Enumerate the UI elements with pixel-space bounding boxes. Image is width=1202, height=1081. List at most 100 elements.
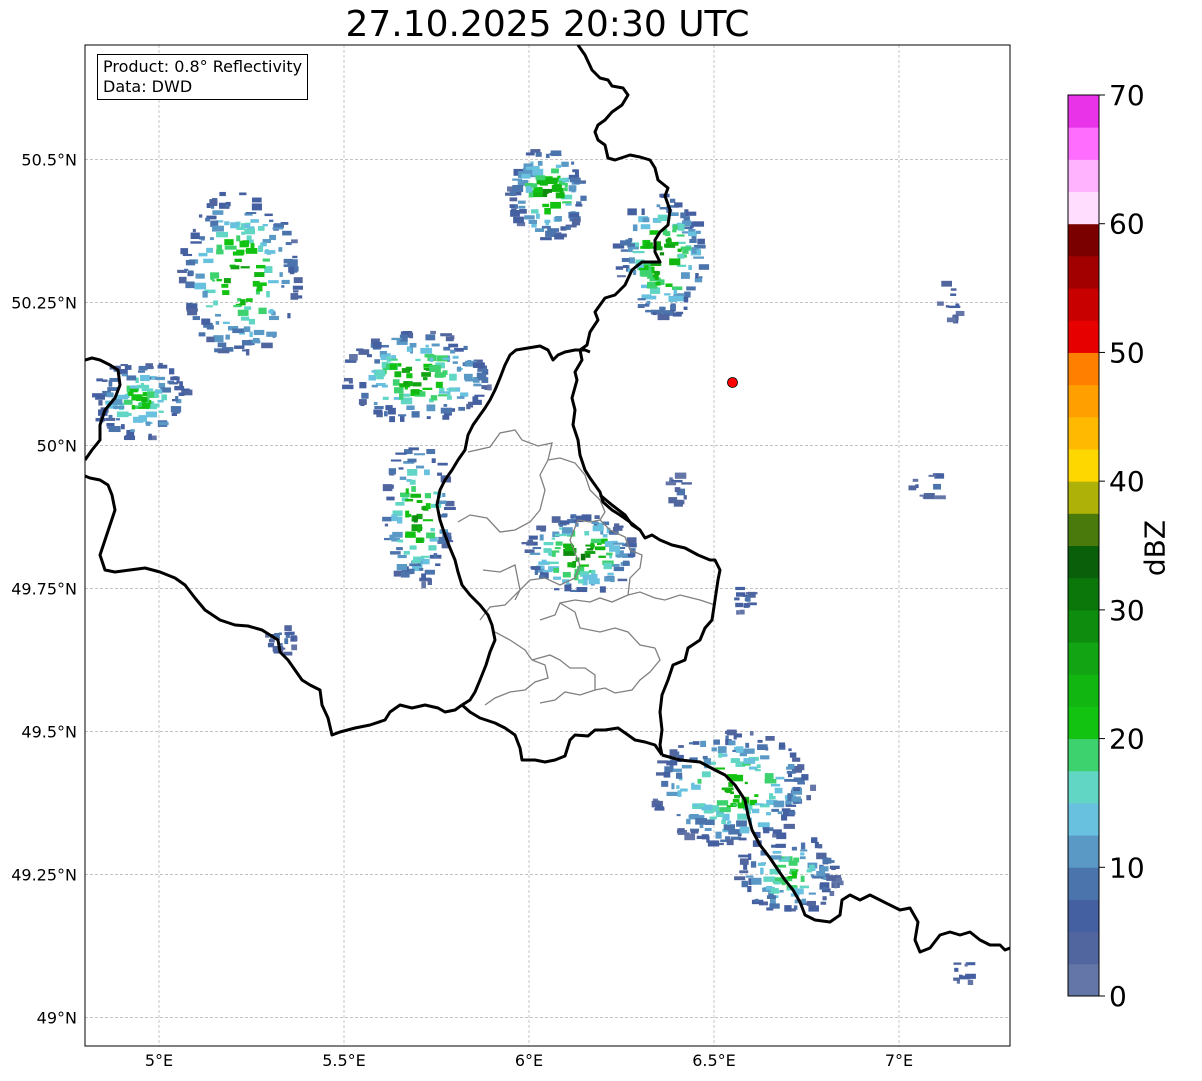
echo-cell — [691, 782, 695, 788]
echo-cell — [445, 500, 455, 507]
lon-tick-label: 7°E — [885, 1051, 913, 1070]
echo-cell — [371, 370, 376, 373]
echo-cell — [415, 465, 425, 469]
echo-cell — [145, 411, 158, 418]
echo-cell — [964, 963, 968, 967]
echo-cell — [550, 201, 561, 209]
colorbar-segment — [1068, 802, 1099, 836]
echo-cell — [568, 185, 577, 192]
echo-cell — [822, 886, 827, 891]
echo-cell — [396, 547, 403, 551]
echo-cell — [800, 875, 805, 882]
product-info-box: Product: 0.8° Reflectivity Data: DWD — [97, 54, 309, 100]
echo-cell — [642, 217, 650, 223]
echo-cell — [775, 776, 785, 780]
echo-cell — [820, 866, 829, 872]
echo-cell — [422, 387, 433, 390]
echo-cell — [430, 330, 436, 335]
echo-cell — [702, 755, 708, 760]
colorbar-segment — [1068, 191, 1099, 225]
echo-cell — [730, 758, 740, 763]
echo-cell — [287, 313, 291, 319]
echo-cell — [792, 757, 801, 762]
echo-cell — [716, 800, 729, 806]
echo-cell — [735, 602, 744, 608]
echo-cell — [373, 409, 383, 415]
reflectivity-echoes — [92, 149, 976, 986]
echo-cell — [750, 861, 757, 868]
echo-cell — [391, 355, 397, 360]
belgium-luxembourg-border — [435, 344, 591, 707]
echo-cell — [137, 384, 150, 389]
echo-cell — [766, 895, 777, 900]
lat-tick-label: 50.5°N — [21, 150, 77, 169]
echo-cell — [426, 404, 436, 412]
echo-cell — [717, 746, 727, 753]
luxembourg-canton-border — [467, 429, 553, 461]
echo-cell — [655, 804, 662, 810]
echo-cell — [233, 304, 241, 308]
echo-cell — [402, 393, 411, 397]
echo-cell — [580, 195, 587, 201]
echo-cell — [198, 332, 206, 337]
radar-map: 5°E 5.5°E 6°E 6.5°E 7°E 49°N 49.25°N 49.5°N 49.7… — [11, 44, 1145, 1070]
echo-cell — [264, 213, 273, 217]
echo-cell — [632, 224, 638, 232]
echo-cell — [449, 349, 456, 354]
echo-cell — [250, 243, 255, 249]
echo-cell — [822, 896, 827, 901]
echo-cell — [413, 516, 418, 523]
echo-cell — [524, 215, 535, 220]
echo-cell — [721, 787, 734, 791]
echo-cell — [707, 840, 720, 847]
echo-cell — [245, 349, 250, 356]
echo-cell — [551, 550, 556, 557]
echo-cell — [643, 246, 656, 249]
echo-cell — [431, 458, 436, 464]
echo-cell — [701, 771, 711, 778]
echo-cell — [937, 301, 944, 306]
echo-cell — [442, 415, 450, 420]
echo-cell — [258, 307, 267, 315]
echo-cell — [555, 192, 565, 199]
echo-cell — [765, 747, 769, 751]
echo-cell — [294, 292, 298, 297]
echo-cell — [672, 312, 682, 317]
echo-cell — [361, 392, 369, 399]
echo-cell — [666, 760, 678, 766]
echo-cell — [448, 343, 459, 348]
echo-cell — [236, 249, 245, 255]
echo-cell — [151, 375, 155, 380]
echo-cell — [797, 782, 805, 785]
echo-cell — [735, 746, 744, 753]
echo-cell — [206, 247, 214, 253]
echo-cell — [467, 359, 472, 366]
echo-cell — [760, 867, 764, 875]
echo-cell — [259, 282, 267, 287]
echo-cell — [258, 245, 264, 252]
echo-cell — [544, 219, 551, 224]
echo-cell — [691, 236, 697, 239]
echo-cell — [542, 188, 552, 193]
echo-cell — [108, 425, 121, 433]
echo-cell — [565, 203, 572, 206]
echo-cell — [388, 407, 396, 415]
echo-cell — [382, 396, 389, 400]
echo-cell — [665, 283, 673, 288]
echo-cell — [570, 177, 581, 183]
echo-cell — [243, 326, 251, 332]
echo-cell — [688, 814, 697, 819]
echo-cell — [770, 888, 779, 894]
echo-cell — [126, 375, 137, 381]
echo-cell — [571, 161, 575, 165]
echo-cell — [797, 764, 805, 771]
echo-cell — [791, 796, 802, 802]
echo-cell — [401, 368, 411, 373]
echo-cell — [431, 343, 440, 347]
echo-cell — [150, 403, 160, 408]
echo-cell — [216, 278, 222, 282]
echo-cell — [376, 372, 383, 376]
echo-cell — [419, 567, 424, 571]
echo-cell — [687, 211, 697, 216]
echo-cell — [665, 239, 671, 242]
